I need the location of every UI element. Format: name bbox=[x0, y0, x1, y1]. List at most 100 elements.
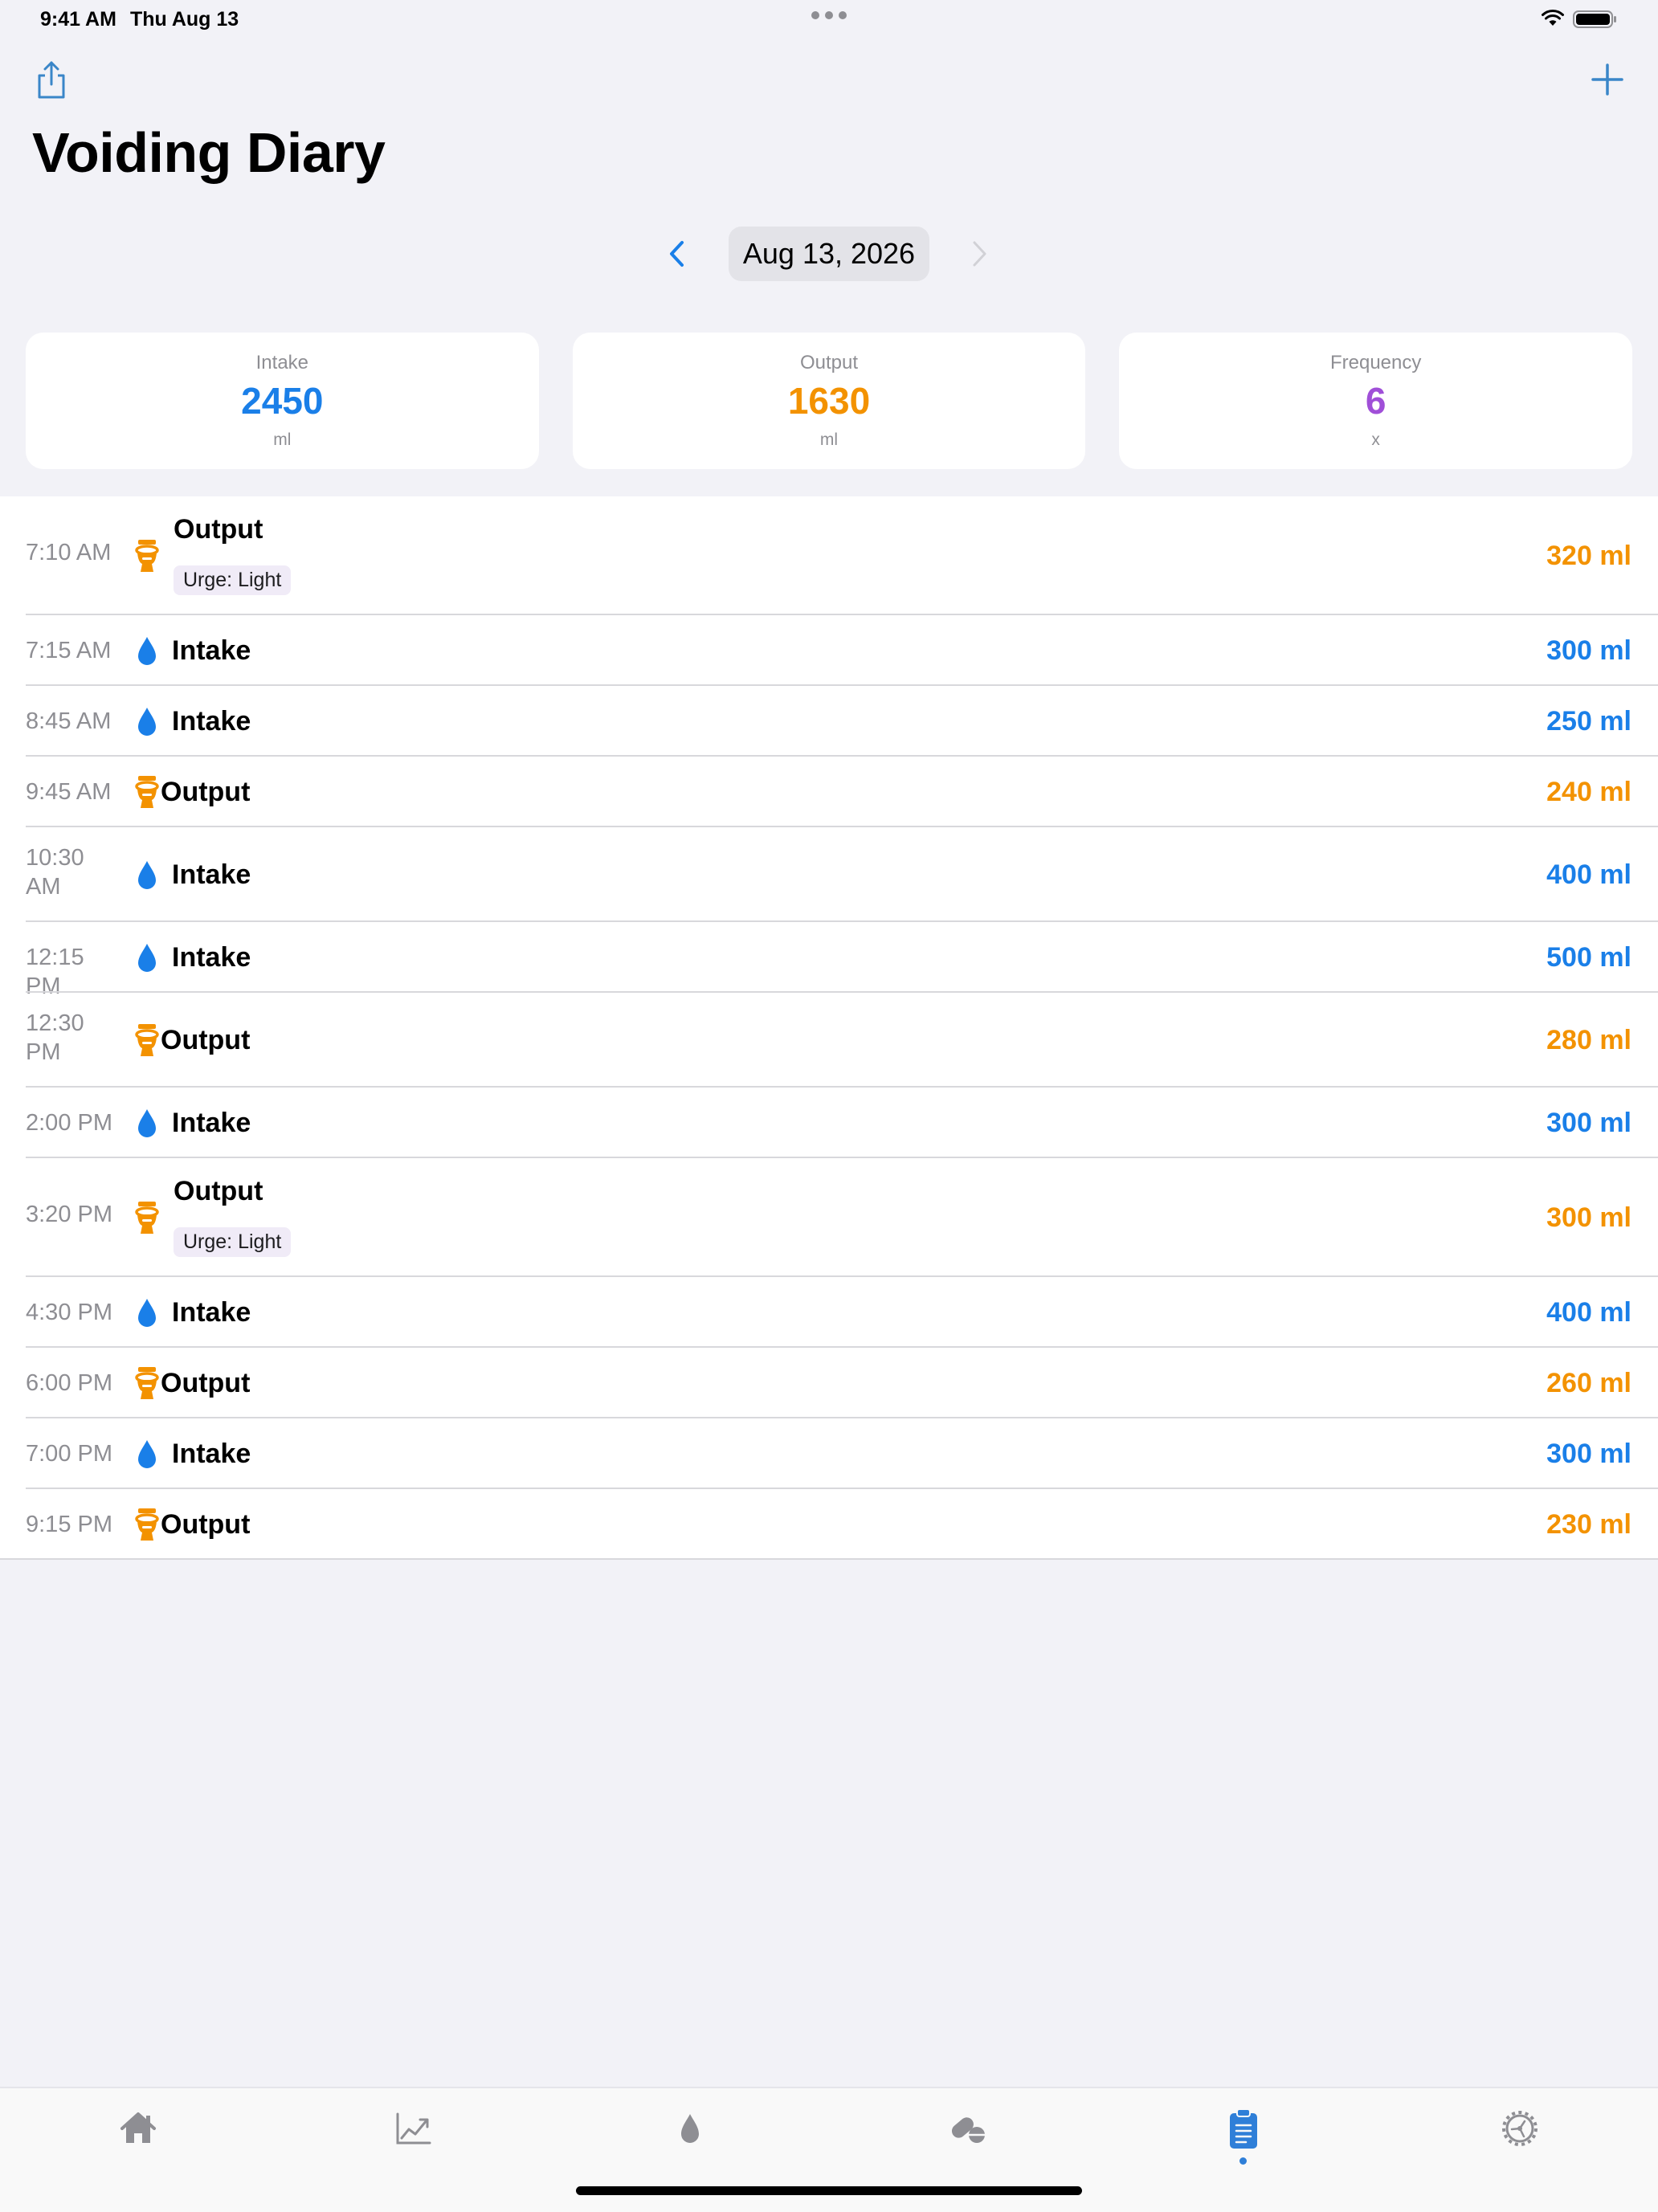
date-picker-button[interactable]: Aug 13, 2026 bbox=[729, 227, 929, 281]
share-button[interactable] bbox=[32, 59, 71, 101]
share-icon bbox=[38, 61, 65, 99]
card-label: Intake bbox=[255, 352, 309, 373]
card-unit: ml bbox=[819, 431, 839, 449]
status-time: 9:41 AM bbox=[40, 8, 116, 31]
active-tab-indicator bbox=[1239, 2157, 1247, 2165]
multitasking-dots-icon[interactable] bbox=[811, 11, 847, 19]
entry-list: 7:10 AM Output Urge: Light 320 ml 7:15 A… bbox=[0, 496, 1658, 1560]
drop-icon bbox=[138, 944, 156, 972]
list-item[interactable]: 12:15 PM Intake 500 ml bbox=[0, 922, 1658, 999]
page-title: Voiding Diary bbox=[32, 121, 386, 184]
entry-time: 9:15 PM bbox=[26, 1512, 112, 1537]
entry-time: 4:30 PM bbox=[26, 1300, 112, 1325]
tab-settings[interactable] bbox=[1497, 2106, 1542, 2151]
entry-type: Output bbox=[161, 1025, 251, 1055]
add-entry-button[interactable] bbox=[1587, 59, 1627, 100]
chevron-right-icon bbox=[973, 241, 986, 267]
urge-badge: Urge: Light bbox=[174, 565, 292, 595]
entry-amount: 320 ml bbox=[1546, 541, 1631, 571]
entry-time: 12:30 PM bbox=[26, 1010, 84, 1065]
entry-amount: 400 ml bbox=[1546, 859, 1631, 890]
entry-amount: 300 ml bbox=[1546, 635, 1631, 666]
settings-icon bbox=[1502, 2111, 1538, 2146]
card-unit: x bbox=[1371, 431, 1380, 449]
intake-summary-card: Intake 2450 ml bbox=[26, 333, 539, 469]
entry-time: 6:00 PM bbox=[26, 1370, 112, 1396]
toilet-icon bbox=[135, 1202, 159, 1234]
entry-amount: 300 ml bbox=[1546, 1439, 1631, 1469]
list-item[interactable]: 6:00 PM Output 260 ml bbox=[0, 1348, 1658, 1418]
card-label: Frequency bbox=[1329, 352, 1422, 373]
entry-type: Intake bbox=[172, 1108, 251, 1138]
date-navigator: Aug 13, 2026 bbox=[0, 225, 1658, 283]
entry-amount: 240 ml bbox=[1546, 777, 1631, 807]
drop-icon bbox=[138, 1109, 156, 1137]
entry-type: Intake bbox=[172, 859, 251, 890]
wifi-icon bbox=[1542, 9, 1564, 26]
list-item[interactable]: 3:20 PM Output Urge: Light 300 ml bbox=[0, 1158, 1658, 1277]
home-indicator bbox=[576, 2186, 1082, 2195]
drop-icon bbox=[138, 861, 156, 889]
entry-time: 2:00 PM bbox=[26, 1110, 112, 1136]
previous-day-button[interactable] bbox=[660, 236, 696, 271]
list-item[interactable]: 7:00 PM Intake 300 ml bbox=[0, 1418, 1658, 1489]
entry-time: 8:45 AM bbox=[26, 708, 112, 734]
entry-type: Intake bbox=[172, 1439, 251, 1469]
card-value: 1630 bbox=[787, 380, 871, 422]
card-label: Output bbox=[799, 352, 859, 373]
toilet-icon bbox=[135, 540, 159, 572]
entry-type: Output bbox=[174, 1176, 263, 1206]
drop-icon bbox=[681, 2114, 699, 2143]
list-item[interactable]: 8:45 AM Intake 250 ml bbox=[0, 686, 1658, 757]
card-value: 6 bbox=[1365, 380, 1386, 422]
drop-icon bbox=[138, 637, 156, 665]
home-icon bbox=[120, 2112, 156, 2143]
entry-amount: 230 ml bbox=[1546, 1509, 1631, 1540]
drop-icon bbox=[138, 708, 156, 736]
plus-icon bbox=[1591, 63, 1623, 96]
entry-amount: 280 ml bbox=[1546, 1025, 1631, 1055]
pills-icon bbox=[951, 2117, 985, 2143]
toilet-icon bbox=[135, 1024, 159, 1056]
list-item[interactable]: 7:15 AM Intake 300 ml bbox=[0, 615, 1658, 686]
entry-type: Intake bbox=[172, 942, 251, 973]
drop-icon bbox=[138, 1299, 156, 1327]
toilet-icon bbox=[135, 776, 159, 808]
entry-amount: 260 ml bbox=[1546, 1368, 1631, 1398]
entry-time: 7:00 PM bbox=[26, 1441, 112, 1467]
entry-amount: 300 ml bbox=[1546, 1108, 1631, 1138]
card-unit: ml bbox=[273, 431, 292, 449]
entry-amount: 300 ml bbox=[1546, 1202, 1631, 1233]
list-item[interactable]: 2:00 PM Intake 300 ml bbox=[0, 1088, 1658, 1158]
entry-type: Output bbox=[174, 514, 263, 545]
tab-intake[interactable] bbox=[668, 2106, 713, 2151]
entry-time: 7:10 AM bbox=[26, 540, 112, 565]
battery-icon bbox=[1573, 10, 1616, 28]
tab-trends[interactable] bbox=[391, 2106, 436, 2151]
status-bar: 9:41 AM Thu Aug 13 bbox=[0, 0, 1658, 39]
next-day-button bbox=[961, 236, 996, 271]
chart-icon bbox=[396, 2112, 431, 2145]
chevron-left-icon bbox=[670, 241, 684, 267]
entry-time: 3:20 PM bbox=[26, 1202, 112, 1227]
entry-type: Intake bbox=[172, 706, 251, 737]
tab-home[interactable] bbox=[116, 2106, 161, 2151]
list-item[interactable]: 10:30 AM Intake 400 ml bbox=[0, 827, 1658, 922]
list-item[interactable]: 4:30 PM Intake 400 ml bbox=[0, 1277, 1658, 1348]
entry-amount: 400 ml bbox=[1546, 1297, 1631, 1328]
toilet-icon bbox=[135, 1367, 159, 1399]
clipboard-icon bbox=[1230, 2108, 1257, 2149]
list-item[interactable]: 9:45 AM Output 240 ml bbox=[0, 757, 1658, 827]
entry-time: 9:45 AM bbox=[26, 779, 112, 805]
tab-diary[interactable] bbox=[1221, 2106, 1266, 2151]
list-item[interactable]: 12:30 PM Output 280 ml bbox=[0, 993, 1658, 1088]
list-item[interactable]: 7:10 AM Output Urge: Light 320 ml bbox=[0, 496, 1658, 615]
daily-summary: Intake 2450 ml Output 1630 ml Frequency … bbox=[26, 333, 1633, 469]
entry-type: Output bbox=[161, 1509, 251, 1540]
tab-medications[interactable] bbox=[945, 2106, 990, 2151]
entry-type: Intake bbox=[172, 635, 251, 666]
list-item[interactable]: 9:15 PM Output 230 ml bbox=[0, 1489, 1658, 1560]
entry-time: 10:30 AM bbox=[26, 845, 84, 900]
drop-icon bbox=[138, 1440, 156, 1468]
entry-amount: 250 ml bbox=[1546, 706, 1631, 737]
